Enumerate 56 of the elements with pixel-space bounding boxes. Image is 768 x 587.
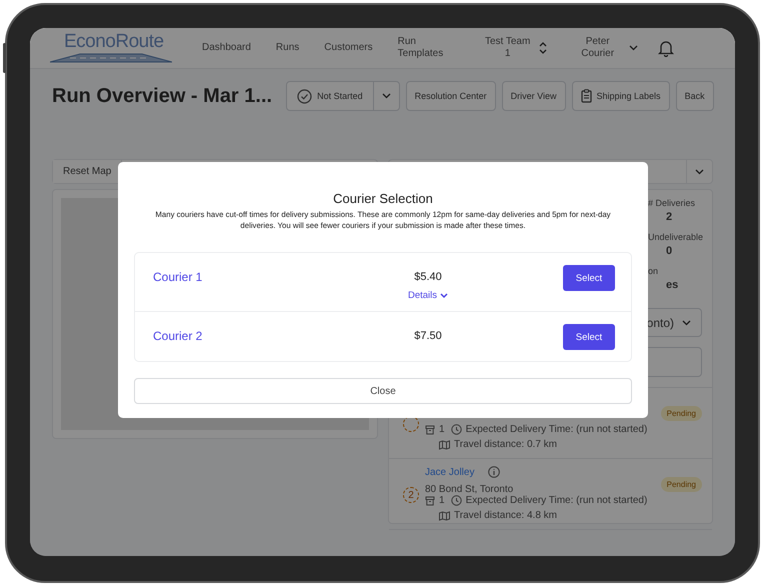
chevron-down-icon (440, 292, 448, 298)
header-button[interactable]: Driver View (502, 81, 566, 111)
chevron-down-icon (628, 45, 638, 51)
header-button[interactable]: Shipping Labels (572, 81, 670, 111)
box-icon (425, 496, 435, 506)
stat-value: es (666, 279, 678, 291)
header-button[interactable]: Back (676, 81, 714, 111)
courier-name: Courier 2 (153, 329, 204, 343)
status-badge: Pending (660, 477, 702, 492)
bell-icon[interactable] (658, 40, 674, 56)
reset-map-button[interactable]: Reset Map (53, 160, 122, 183)
customer-link[interactable]: Jace Jolley (425, 466, 474, 478)
page-title: Run Overview - Mar 1... (52, 84, 272, 108)
nav-link[interactable]: Runs (276, 42, 300, 54)
courier-price: $7.50 (414, 330, 442, 342)
eta-text: Expected Delivery Time: (run not started) (466, 495, 648, 506)
address-text: 80 Bond St, Toronto (425, 484, 514, 495)
chevron-down-icon (695, 168, 704, 174)
box-icon (425, 424, 435, 434)
chevron-down-icon (382, 93, 391, 99)
map-icon (439, 510, 450, 520)
package-count: 1 (439, 495, 445, 506)
stat-value: 0 (666, 245, 672, 257)
clock-icon (450, 424, 462, 435)
stat-value: 2 (666, 211, 672, 223)
stop-number: 2 (403, 487, 419, 503)
distance-text: Travel distance: 0.7 km (454, 439, 558, 450)
stat-label: on (648, 266, 658, 276)
info-icon[interactable] (488, 466, 500, 478)
select-button[interactable]: Select (563, 265, 615, 291)
nav-link[interactable]: Customers (324, 42, 373, 54)
package-count: 1 (439, 424, 445, 435)
stat-label: # Deliveries (648, 198, 696, 208)
nav-link[interactable]: Run Templates (398, 36, 458, 60)
select-button[interactable]: Select (563, 324, 615, 350)
modal-title: Courier Selection (332, 191, 434, 206)
status-dropdown[interactable]: Not Started (286, 81, 400, 111)
user-menu[interactable]: Peter Courier (574, 36, 638, 60)
sort-icon (538, 42, 547, 54)
team-select[interactable]: Test Team 1 (484, 36, 547, 60)
stat-label: Undeliverable (648, 232, 704, 242)
chevron-down-icon (682, 320, 691, 326)
status-badge: Pending (660, 406, 702, 421)
clipboard-icon (580, 89, 592, 103)
close-button[interactable]: Close (134, 378, 632, 404)
details-toggle[interactable]: Details (408, 290, 448, 301)
check-circle-icon (297, 88, 312, 104)
distance-text: Travel distance: 4.8 km (454, 510, 558, 521)
clock-icon (450, 495, 462, 506)
logo-text[interactable]: EconoRoute (50, 32, 174, 50)
map-icon (439, 440, 450, 450)
nav-link[interactable]: Dashboard (202, 42, 251, 54)
courier-price: $5.40 (414, 271, 442, 283)
header-button[interactable]: Resolution Center (406, 81, 496, 111)
courier-name: Courier 1 (153, 270, 204, 284)
eta-text: Expected Delivery Time: (run not started) (466, 424, 648, 435)
